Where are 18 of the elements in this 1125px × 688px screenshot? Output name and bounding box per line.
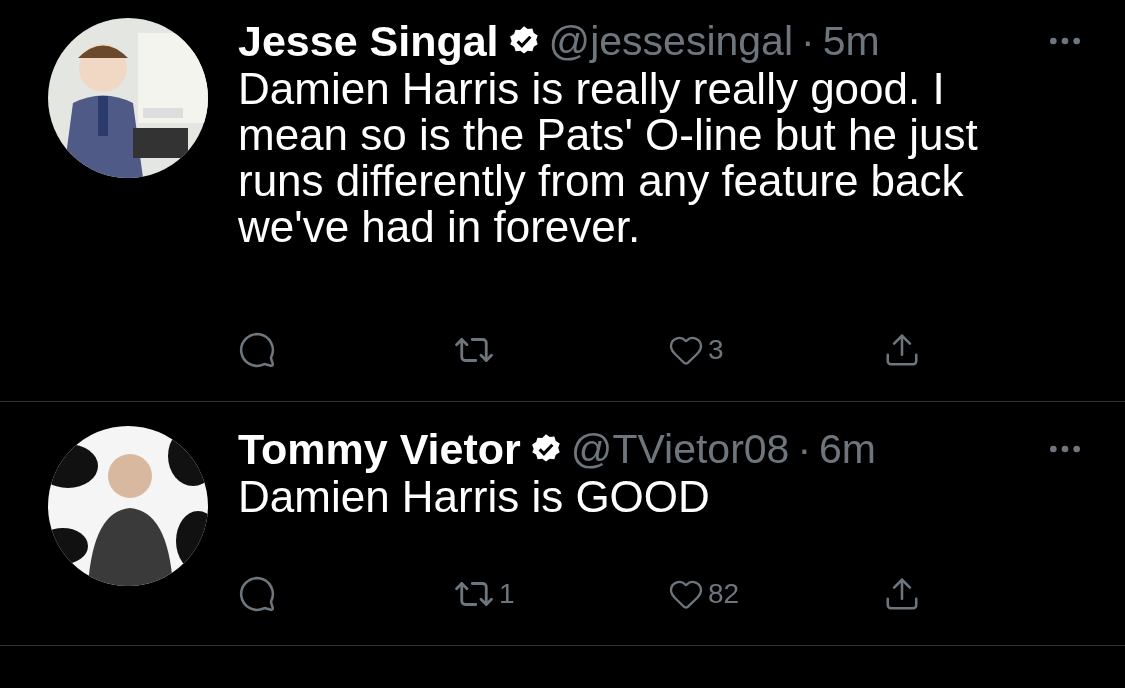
- retweet-count: 1: [499, 578, 515, 610]
- author-handle[interactable]: @TVietor08: [570, 425, 790, 473]
- author-name[interactable]: Tommy Vietor: [238, 424, 521, 474]
- speech-bubble-icon: [238, 575, 276, 613]
- retweet-button[interactable]: 1: [453, 573, 668, 615]
- author-handle[interactable]: @jessesingal: [548, 17, 793, 65]
- separator-dot: ·: [797, 425, 812, 473]
- like-count: 3: [708, 334, 724, 366]
- separator-dot: ·: [801, 17, 815, 65]
- tweet-time[interactable]: 6m: [819, 425, 877, 473]
- tweet-time[interactable]: 5m: [822, 17, 880, 65]
- tweet-text: Damien Harris is really really good. I mean so is the Pats' O-line but he just runs differently from any feature back we've had in forever.: [238, 66, 979, 250]
- like-button[interactable]: 3: [668, 329, 883, 371]
- like-count: 82: [708, 578, 740, 610]
- author-name[interactable]: Jesse Singal: [238, 16, 499, 66]
- like-button[interactable]: 82: [668, 573, 883, 615]
- tweet-text: Damien Harris is GOOD: [238, 474, 711, 520]
- speech-bubble-icon: [238, 331, 276, 369]
